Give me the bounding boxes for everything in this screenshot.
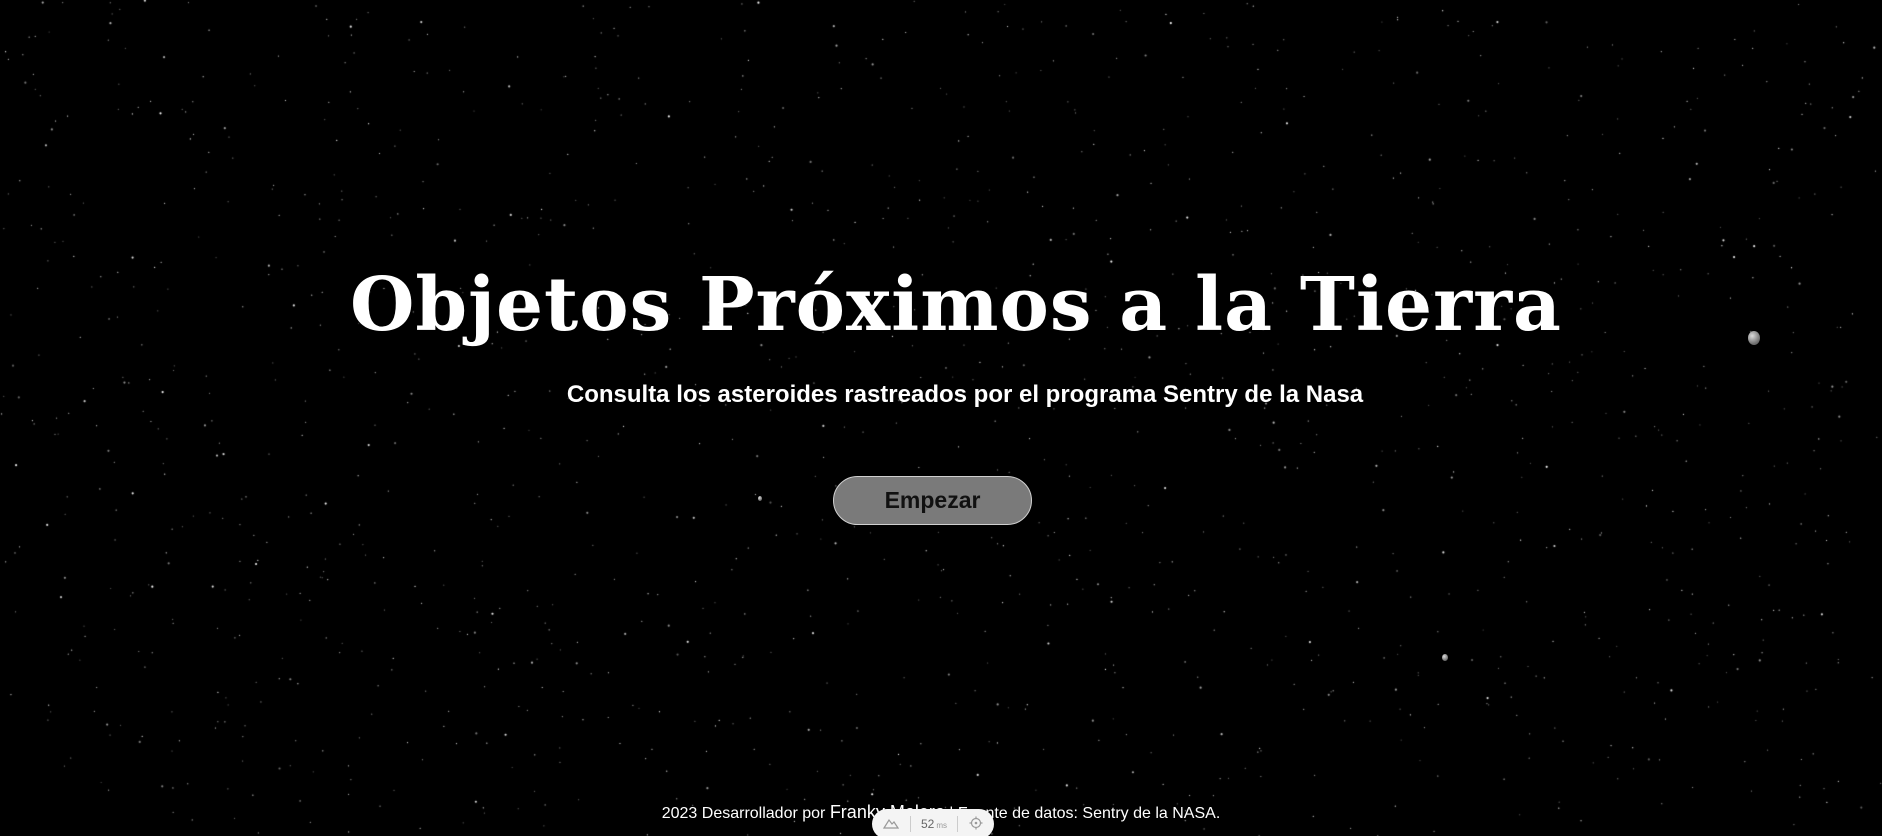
footer-prefix: 2023 Desarrollador por bbox=[661, 805, 830, 822]
perf-widget[interactable]: 52 ms bbox=[872, 809, 994, 836]
page-subtitle: Consulta los asteroides rastreados por e… bbox=[566, 381, 1364, 408]
perf-unit: ms bbox=[936, 821, 947, 830]
perf-readout: 52 ms bbox=[921, 817, 947, 831]
page-title: Objetos Próximos a la Tierra bbox=[349, 262, 1563, 348]
mountain-icon[interactable] bbox=[883, 817, 900, 832]
start-button[interactable]: Empezar bbox=[833, 476, 1032, 525]
asteroid-small bbox=[1442, 654, 1448, 661]
target-icon[interactable] bbox=[969, 816, 983, 833]
asteroid-left bbox=[758, 496, 762, 501]
perf-value: 52 bbox=[920, 817, 935, 831]
starfield-background bbox=[0, 0, 1882, 836]
divider bbox=[909, 816, 911, 832]
footer-source: Fuente de datos: Sentry de la NASA. bbox=[957, 805, 1221, 822]
divider bbox=[957, 816, 959, 832]
